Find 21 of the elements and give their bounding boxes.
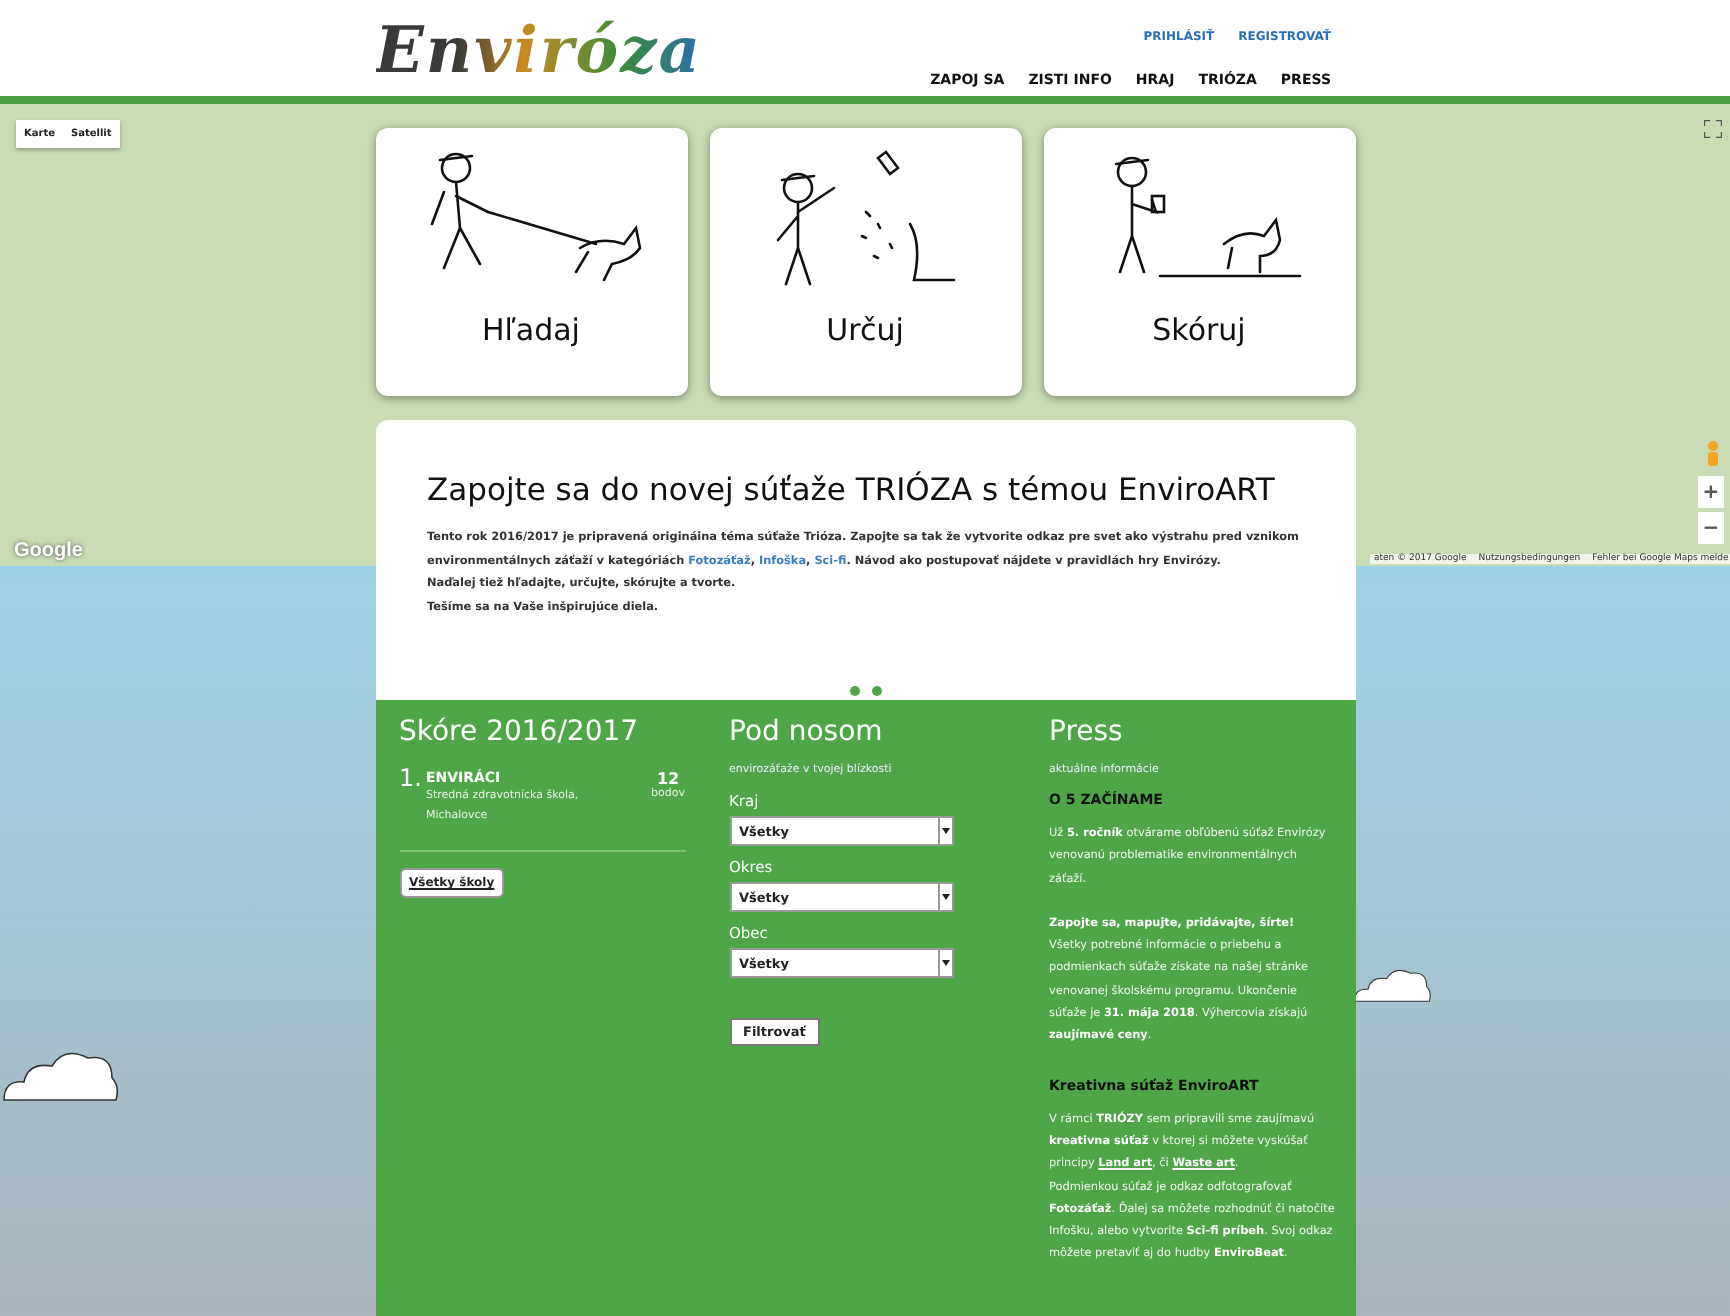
carousel-dot-icon[interactable]	[871, 686, 881, 696]
zoom-out-button[interactable]: −	[1698, 512, 1724, 544]
section-title: Press	[1049, 716, 1125, 748]
rank-number: 1.	[399, 764, 422, 796]
section-title: Pod nosom	[729, 716, 885, 748]
dropdown-arrow-icon	[941, 828, 949, 834]
dropdown-arrow-icon	[941, 894, 949, 900]
points-value: 12	[656, 770, 680, 788]
game-card[interactable]: Skóruj	[1043, 128, 1355, 396]
carousel-dot-icon[interactable]	[849, 686, 859, 696]
section-title: Skóre 2016/2017	[399, 716, 641, 748]
game-card[interactable]: Hľadaj	[375, 128, 687, 396]
fullscreen-icon[interactable]	[1704, 120, 1722, 138]
card-label: Hľadaj	[482, 312, 580, 348]
intro-title: Zapojte sa do novej súťaže TRIÓZA s témou EnviroART	[427, 472, 1277, 508]
game-card[interactable]: Určuj	[709, 128, 1021, 396]
card-label: Skóruj	[1152, 312, 1246, 348]
card-label: Určuj	[826, 312, 904, 348]
zoom-in-button[interactable]: +	[1698, 476, 1724, 508]
dropdown-arrow-icon	[941, 960, 949, 966]
cloud-drawing	[1352, 964, 1432, 1004]
